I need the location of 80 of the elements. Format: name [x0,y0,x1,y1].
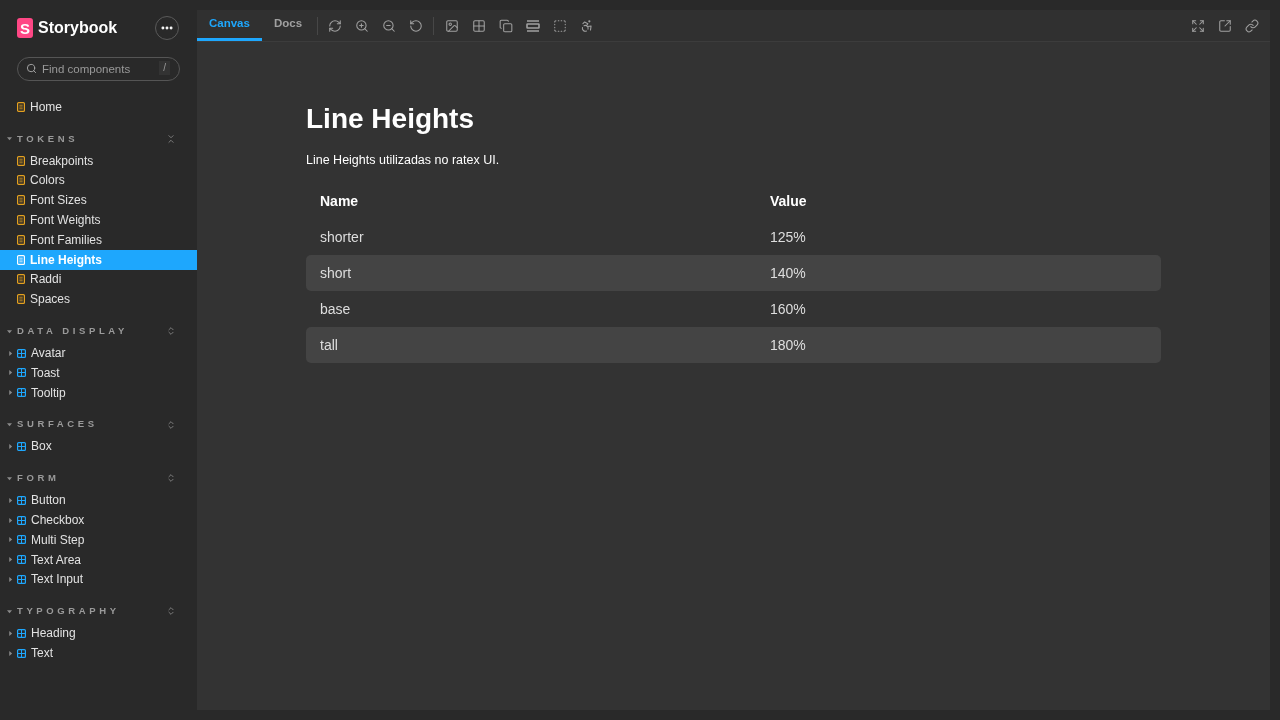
expand-all-icon[interactable] [166,419,176,430]
tab[interactable]: Canvas [197,10,262,41]
refresh-icon [327,18,342,33]
section-title: TOKENS [17,131,80,146]
column-header: Value [769,191,808,211]
tab[interactable]: Docs [261,10,315,41]
sidebar-item[interactable]: Spaces [0,289,197,310]
sidebar-item[interactable]: Avatar [0,343,197,363]
component-icon [17,495,26,505]
stacked-squares-icon [498,18,513,33]
component-icon [17,515,26,525]
section-title: TYPOGRAPHY [17,604,121,619]
section-title: DATA DISPLAY [17,324,129,339]
sidebar-item[interactable]: Checkbox [0,510,197,530]
sidebar-item[interactable]: Box [0,436,197,457]
sidebar-item[interactable]: Raddi [0,269,197,290]
collapse-all-icon[interactable] [166,133,176,144]
document-icon [17,274,25,285]
component-icon [17,628,26,638]
sidebar-item[interactable]: Breakpoints [0,150,197,171]
component-icon [17,368,26,378]
document-icon [17,234,25,245]
sidebar-item[interactable]: Tooltip [0,382,197,403]
section-title: SURFACES [17,417,99,432]
table-cell-text: base [319,299,352,319]
expand-all-icon[interactable] [166,473,176,484]
document-icon [17,101,25,112]
fullscreen-icon [1190,18,1205,33]
component-icon [17,441,26,451]
column-header: Name [319,191,360,211]
table-cell-text: shorter [319,227,365,247]
grid-icon [471,18,486,33]
table-cell-text: 160% [769,299,807,319]
sidebar-item[interactable]: Font Sizes [0,190,197,211]
measure-icon [525,18,540,33]
component-icon [17,348,26,358]
sidebar-item[interactable]: Font Families [0,230,197,250]
link-icon [1244,18,1259,33]
sidebar-item[interactable]: Toast [0,362,197,383]
component-icon [17,574,26,584]
reset-icon [408,18,423,33]
document-icon [17,294,25,305]
zoom-out-icon [381,18,396,33]
page-title: Line Heights [306,102,475,136]
table-cell-text: 140% [769,263,807,283]
document-icon [17,215,25,226]
table-cell-text: short [319,263,353,283]
component-icon [17,388,26,398]
expand-all-icon[interactable] [166,326,176,337]
component-icon [17,535,26,545]
sidebar-item[interactable]: Home [0,97,197,117]
image-icon [444,18,459,33]
shortcut-key: / [159,61,170,75]
dashed-square-icon [552,18,567,33]
table-cell-text: tall [319,335,339,355]
document-icon [17,195,25,206]
document-icon [17,175,25,186]
component-icon [17,648,26,658]
page-description: Line Heights utilizadas no ratex UI. [306,152,501,169]
sidebar-item[interactable]: Text [0,643,197,663]
section-title: FORM [17,471,61,486]
document-icon [17,254,25,265]
sidebar-item[interactable]: Button [0,490,197,511]
search-icon [26,62,37,74]
sidebar-item[interactable]: Multi Step [0,529,197,550]
sidebar-item[interactable]: Font Weights [0,210,197,230]
table-cell-text: 180% [769,335,807,355]
sidebar-item[interactable]: Text Area [0,549,197,570]
document-icon [17,155,25,166]
logo: S [17,18,33,38]
sidebar-item[interactable]: Colors [0,170,197,191]
expand-all-icon[interactable] [166,606,176,617]
sidebar-item[interactable]: Heading [0,623,197,644]
component-icon [17,555,26,565]
sidebar-item[interactable]: Text Input [0,569,197,590]
external-link-icon [1217,18,1232,33]
accessibility-icon [579,18,594,33]
brand-name: Storybook [38,18,118,38]
zoom-in-icon [354,18,369,33]
table-cell-text: 125% [769,227,807,247]
